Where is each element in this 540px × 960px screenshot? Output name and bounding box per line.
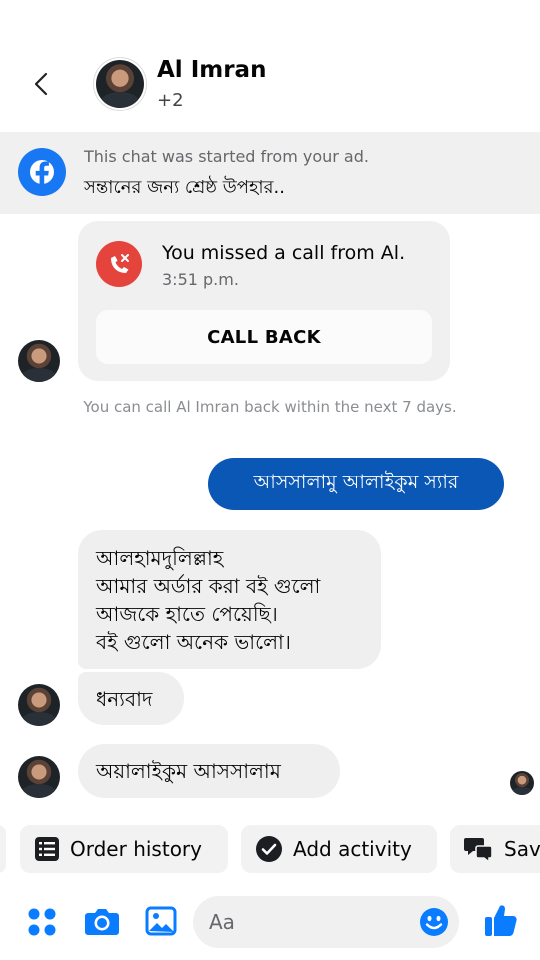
four-dots-icon — [28, 908, 56, 936]
sender-avatar[interactable] — [18, 340, 60, 382]
chat-header: Al Imran +2 — [0, 0, 540, 132]
emoji-icon — [420, 908, 448, 936]
facebook-icon — [18, 148, 66, 196]
outgoing-message[interactable]: আসসালামু আলাইকুম স্যার — [208, 458, 504, 510]
chat-bubbles-icon — [464, 838, 493, 863]
seen-receipt-avatar — [510, 771, 534, 795]
menu-button[interactable] — [26, 906, 58, 942]
add-activity-chip[interactable]: Add activity — [241, 825, 437, 873]
incoming-message[interactable]: আলহামদুলিল্লাহ আমার অর্ডার করা বই গুলো আ… — [78, 530, 381, 669]
chevron-left-icon — [34, 72, 48, 96]
incoming-message[interactable]: অয়ালাইকুম আসসালাম — [78, 744, 340, 798]
message-text-field[interactable] — [193, 896, 459, 948]
add-activity-label: Add activity — [293, 837, 412, 861]
gallery-button[interactable] — [145, 905, 177, 941]
chip-partial[interactable] — [0, 825, 6, 873]
message-line: আলহামদুলিল্লাহ — [96, 546, 224, 570]
message-line: বই গুলো অনেক ভালো। — [96, 630, 291, 654]
quick-actions-bar: Order history Add activity Sav — [0, 825, 540, 873]
call-back-button[interactable]: CALL BACK — [96, 310, 432, 364]
ad-origin-text: This chat was started from your ad. — [84, 147, 369, 166]
missed-call-time: 3:51 p.m. — [162, 270, 239, 289]
ad-origin-banner[interactable]: This chat was started from your ad. সন্ত… — [0, 132, 540, 214]
contact-name[interactable]: Al Imran — [157, 57, 266, 83]
image-icon — [145, 906, 177, 936]
camera-button[interactable] — [84, 905, 120, 941]
message-line: আজকে হাতে পেয়েছি। — [96, 602, 278, 626]
message-line: আমার অর্ডার করা বই গুলো — [96, 574, 321, 598]
like-button[interactable] — [484, 902, 518, 942]
save-label: Sav — [504, 837, 540, 861]
check-circle-icon — [256, 836, 282, 862]
call-back-note: You can call Al Imran back within the ne… — [83, 398, 457, 416]
missed-call-title: You missed a call from Al. — [162, 242, 406, 264]
message-input[interactable] — [209, 896, 409, 948]
back-button[interactable] — [28, 70, 56, 98]
ad-title: সন্তানের জন্য শ্রেষ্ঠ উপহার.. — [84, 177, 286, 198]
order-history-label: Order history — [70, 837, 202, 861]
contact-subtitle: +2 — [157, 90, 184, 111]
contact-avatar[interactable] — [96, 60, 144, 108]
order-list-icon — [35, 837, 59, 861]
order-history-chip[interactable]: Order history — [20, 825, 228, 873]
sender-avatar[interactable] — [18, 756, 60, 798]
sender-avatar[interactable] — [18, 684, 60, 726]
emoji-button[interactable] — [419, 907, 449, 937]
save-chip[interactable]: Sav — [450, 825, 540, 873]
message-composer — [0, 888, 540, 960]
camera-icon — [85, 909, 119, 935]
incoming-message[interactable]: ধন্যবাদ — [78, 672, 184, 725]
thumbs-up-icon — [485, 905, 517, 936]
missed-call-icon — [96, 241, 142, 287]
missed-call-card: You missed a call from Al. 3:51 p.m. CAL… — [78, 221, 450, 381]
